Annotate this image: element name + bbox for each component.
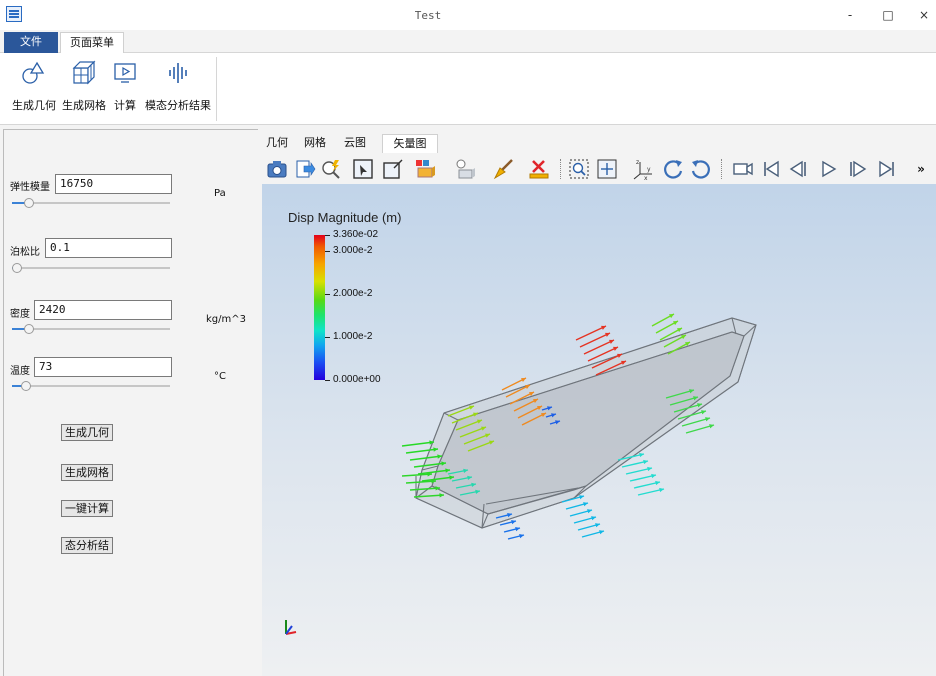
close-button[interactable]: × bbox=[912, 6, 936, 24]
more-icon[interactable]: » bbox=[914, 158, 928, 180]
view-tabs: 几何 网格 云图 矢量图 bbox=[258, 131, 936, 153]
displacement-arrow bbox=[401, 441, 435, 447]
svg-text:z: z bbox=[636, 159, 639, 166]
modal-analysis-result-button[interactable]: 态分析结 bbox=[61, 537, 113, 554]
app-window: Test - □ × 文件 页面菜单 生成几何 生成网格 计算 模态分析结果 弹… bbox=[0, 0, 936, 676]
temperature-label: 温度 bbox=[10, 366, 30, 377]
skip-last-icon[interactable] bbox=[876, 158, 898, 180]
export-icon[interactable] bbox=[294, 158, 316, 180]
menu-bar: 文件 页面菜单 bbox=[0, 30, 936, 53]
toolbar-divider bbox=[560, 159, 561, 179]
minimize-button[interactable]: - bbox=[838, 6, 862, 24]
svg-text:y: y bbox=[647, 166, 651, 173]
tab-mesh[interactable]: 网格 bbox=[302, 134, 328, 153]
ribbon-label: 计算 bbox=[114, 99, 136, 112]
ring-beam-model bbox=[285, 313, 757, 635]
svg-text:x: x bbox=[644, 175, 648, 180]
vector-plot-viewport[interactable]: Disp Magnitude (m) 3.360e-02 3.000e-2 2.00… bbox=[262, 184, 936, 676]
density-input[interactable]: 2420 bbox=[34, 300, 172, 320]
tab-geometry[interactable]: 几何 bbox=[264, 134, 290, 153]
compute-monitor-icon bbox=[111, 59, 139, 87]
rotate-ccw-icon[interactable] bbox=[690, 158, 712, 180]
generate-geometry-button[interactable]: 生成几何 bbox=[61, 424, 113, 441]
ribbon-label: 模态分析结果 bbox=[145, 99, 211, 112]
select-point-icon[interactable] bbox=[382, 158, 404, 180]
window-title: Test bbox=[414, 9, 442, 22]
modulus-slider[interactable] bbox=[12, 197, 170, 209]
mesh-cube-icon bbox=[70, 59, 98, 87]
rotate-cw-icon[interactable] bbox=[662, 158, 684, 180]
slider-thumb[interactable] bbox=[20, 381, 31, 391]
poisson-slider[interactable] bbox=[12, 262, 170, 274]
geometry-icon bbox=[20, 59, 48, 87]
brush-icon[interactable] bbox=[492, 158, 514, 180]
light-icon[interactable] bbox=[454, 158, 476, 180]
compute-ribbon-button[interactable]: 计算 bbox=[110, 57, 140, 119]
displacement-arrow bbox=[579, 332, 611, 348]
poisson-label: 泊松比 bbox=[10, 247, 40, 258]
camera-icon[interactable] bbox=[266, 158, 288, 180]
display-mode-icon[interactable] bbox=[414, 158, 436, 180]
view-toolbar: z yx » bbox=[258, 153, 936, 184]
menu-tab-page-menu[interactable]: 页面菜单 bbox=[60, 32, 124, 53]
select-box-icon[interactable] bbox=[352, 158, 374, 180]
ribbon: 生成几何 生成网格 计算 模态分析结果 bbox=[0, 53, 936, 125]
toolbar-divider bbox=[721, 159, 722, 179]
modal-result-ribbon-button[interactable]: 模态分析结果 bbox=[144, 57, 212, 119]
modulus-label: 弹性模量 bbox=[10, 182, 50, 193]
density-slider[interactable] bbox=[12, 323, 170, 335]
tab-vector[interactable]: 矢量图 bbox=[382, 134, 438, 153]
parameter-panel: 弹性模量 16750 Pa 泊松比 0.1 密度 2420 kg/m^3 温度 … bbox=[3, 129, 258, 676]
density-label: 密度 bbox=[10, 309, 30, 320]
generate-mesh-button[interactable]: 生成网格 bbox=[61, 464, 113, 481]
poisson-input[interactable]: 0.1 bbox=[45, 238, 172, 258]
generate-mesh-ribbon-button[interactable]: 生成网格 bbox=[60, 57, 108, 119]
title-bar: Test - □ × bbox=[0, 0, 936, 30]
temperature-input[interactable]: 73 bbox=[34, 357, 172, 377]
axes-icon[interactable]: z yx bbox=[632, 158, 654, 182]
ribbon-divider bbox=[216, 57, 217, 121]
fit-view-icon[interactable] bbox=[596, 158, 618, 180]
one-click-compute-button[interactable]: 一键计算 bbox=[61, 500, 113, 517]
slider-thumb[interactable] bbox=[23, 198, 34, 208]
video-camera-icon[interactable] bbox=[732, 158, 754, 180]
play-icon[interactable] bbox=[818, 158, 840, 180]
step-forward-icon[interactable] bbox=[846, 158, 868, 180]
orientation-axes-icon bbox=[285, 620, 297, 635]
slider-thumb[interactable] bbox=[23, 324, 34, 334]
modulus-unit: Pa bbox=[214, 188, 226, 199]
temperature-unit: °C bbox=[214, 371, 226, 382]
density-unit: kg/m^3 bbox=[206, 314, 246, 325]
skip-first-icon[interactable] bbox=[760, 158, 782, 180]
step-back-icon[interactable] bbox=[788, 158, 810, 180]
maximize-button[interactable]: □ bbox=[876, 6, 900, 24]
zoom-pick-icon[interactable] bbox=[320, 158, 342, 180]
modulus-input[interactable]: 16750 bbox=[55, 174, 172, 194]
zoom-window-icon[interactable] bbox=[568, 158, 590, 180]
generate-geometry-ribbon-button[interactable]: 生成几何 bbox=[10, 57, 58, 119]
displacement-arrow bbox=[583, 339, 615, 355]
ribbon-label: 生成网格 bbox=[62, 99, 106, 112]
displacement-arrow bbox=[575, 325, 607, 341]
tab-contour[interactable]: 云图 bbox=[342, 134, 368, 153]
slider-thumb[interactable] bbox=[12, 263, 22, 273]
clear-icon[interactable] bbox=[528, 158, 550, 180]
modal-signal-icon bbox=[164, 59, 192, 87]
menu-tab-file[interactable]: 文件 bbox=[4, 32, 58, 53]
temperature-slider[interactable] bbox=[12, 380, 170, 392]
ribbon-label: 生成几何 bbox=[12, 99, 56, 112]
